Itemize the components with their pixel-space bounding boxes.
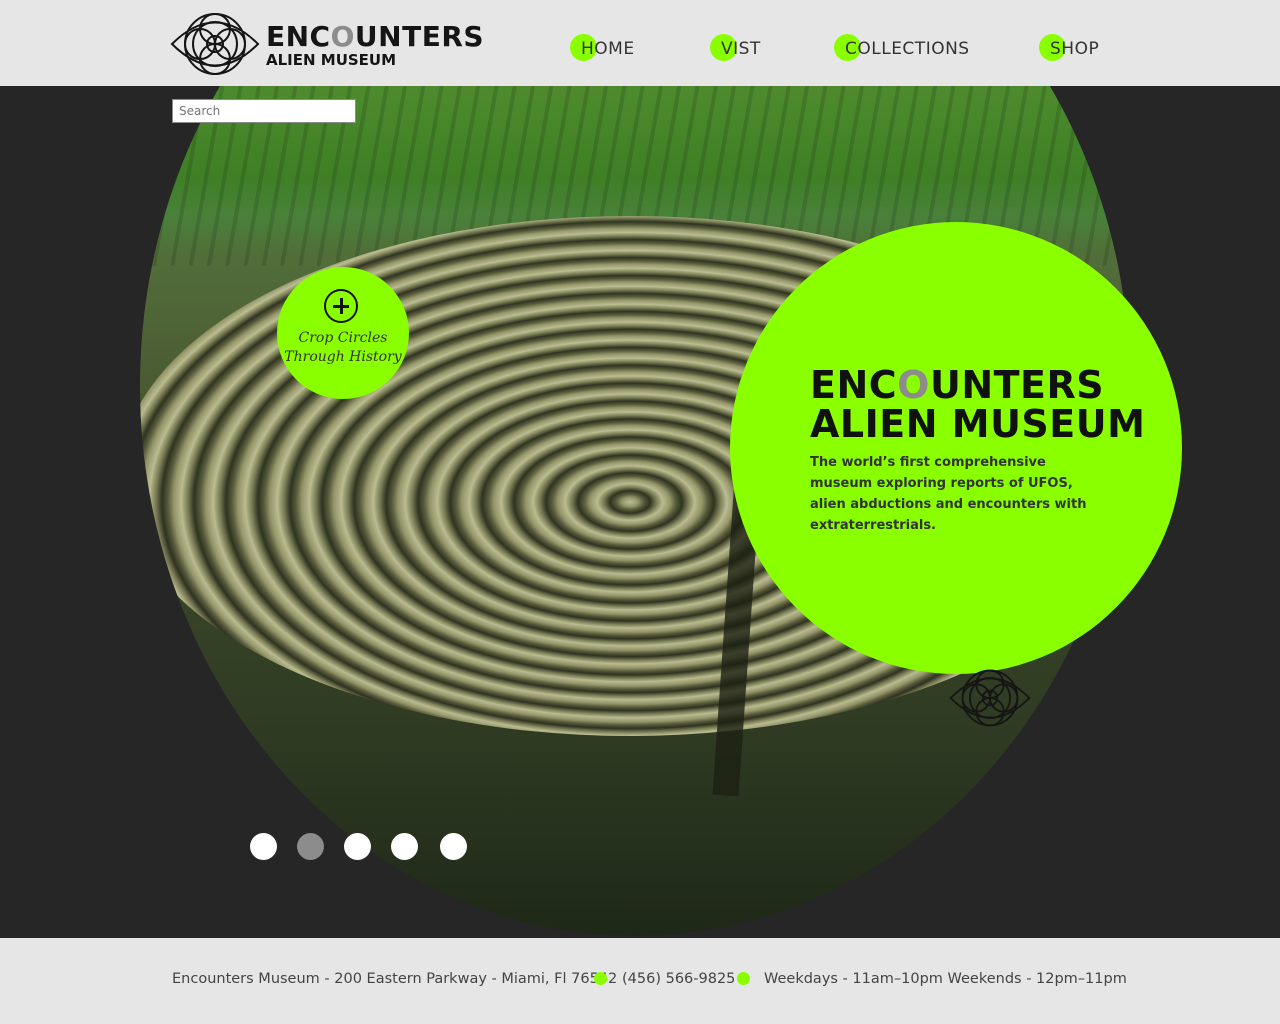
slider-dot-active[interactable] xyxy=(297,833,324,860)
brand-logo[interactable]: ENCOUNTERS ALIEN MUSEUM xyxy=(170,9,484,79)
site-footer: Encounters Museum - 200 Eastern Parkway … xyxy=(0,938,1280,1024)
slider-dot[interactable] xyxy=(344,833,371,860)
search-input[interactable] xyxy=(173,100,357,122)
nav-home-label[interactable]: HOME xyxy=(581,39,635,59)
footer-separator-dot xyxy=(594,972,607,985)
hero-section: Crop Circles Through History ENCOUNTERS … xyxy=(0,86,1280,938)
hero-subtitle: ALIEN MUSEUM xyxy=(810,402,1146,446)
feature-crop-circles-button[interactable]: Crop Circles Through History xyxy=(277,267,409,399)
nav-collections-label[interactable]: COLLECTIONS xyxy=(845,39,970,59)
eye-logo-icon xyxy=(949,669,1031,727)
feature-label-line1: Crop Circles xyxy=(298,330,388,346)
nav-visit-label[interactable]: VIST xyxy=(721,39,761,59)
brand-subtitle: ALIEN MUSEUM xyxy=(266,51,397,69)
brand-title: ENCOUNTERS xyxy=(266,20,485,53)
hero-info-circle: ENCOUNTERS ALIEN MUSEUM The world’s firs… xyxy=(730,222,1182,727)
eye-logo-icon xyxy=(170,13,260,75)
footer-address: Encounters Museum - 200 Eastern Parkway … xyxy=(172,971,618,987)
footer-separator-dot xyxy=(737,972,750,985)
slider-dot[interactable] xyxy=(250,833,277,860)
slider-dot[interactable] xyxy=(391,833,418,860)
site-header: ENCOUNTERS ALIEN MUSEUM HOME VIST COLLEC… xyxy=(0,0,1280,86)
hero-title: ENCOUNTERS xyxy=(810,363,1105,407)
nav-shop-label[interactable]: SHOP xyxy=(1050,39,1099,59)
search-box[interactable] xyxy=(172,99,357,123)
feature-label: Crop Circles Through History xyxy=(277,329,409,367)
slider-dot[interactable] xyxy=(440,833,467,860)
hero-description: The world’s first comprehensive museum e… xyxy=(810,455,1087,533)
plus-icon[interactable] xyxy=(324,289,358,323)
feature-label-line2: Through History xyxy=(284,349,402,365)
footer-phone[interactable]: (456) 566-9825 xyxy=(622,971,735,987)
footer-hours: Weekdays - 11am–10pm Weekends - 12pm–11p… xyxy=(764,971,1127,987)
